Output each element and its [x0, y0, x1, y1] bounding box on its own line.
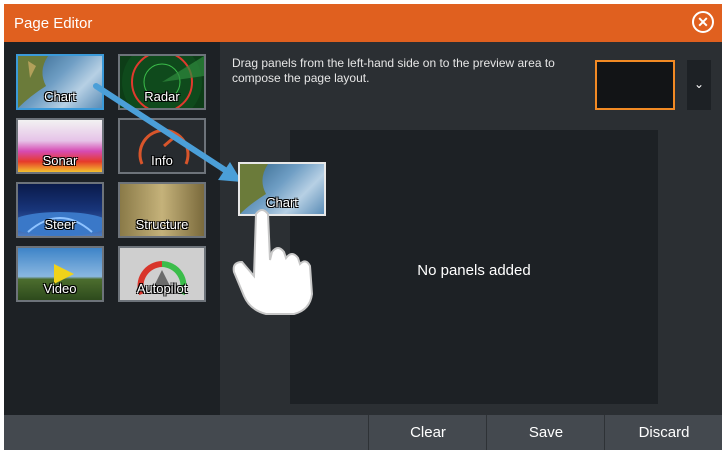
discard-button[interactable]: Discard	[604, 415, 722, 450]
pointing-hand-icon	[232, 209, 314, 315]
save-button[interactable]: Save	[486, 415, 605, 450]
clear-button[interactable]: Clear	[368, 415, 487, 450]
action-bar: Clear Save Discard	[4, 415, 722, 450]
page-editor-window: Page Editor ✕ Chart Radar Sonar Info Ste…	[4, 4, 722, 450]
